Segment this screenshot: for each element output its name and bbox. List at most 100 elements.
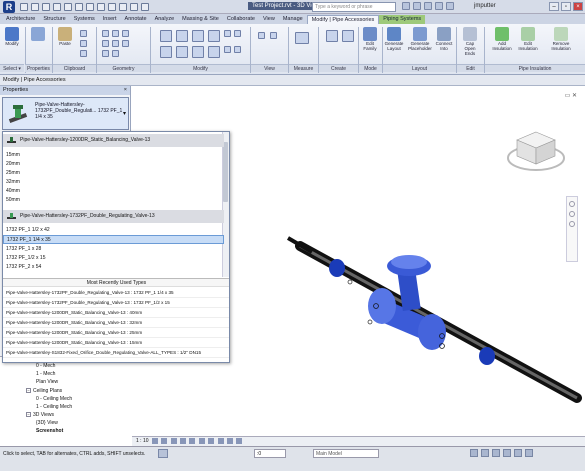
tab-annotate[interactable]: Annotate <box>121 15 151 24</box>
filter-count-icon[interactable] <box>525 449 533 457</box>
tab-structure[interactable]: Structure <box>39 15 69 24</box>
hide-icon[interactable] <box>258 32 265 39</box>
redo-icon[interactable] <box>53 2 61 11</box>
generate-placeholder-button[interactable]: Generate Placeholder <box>408 27 432 51</box>
override-icon[interactable] <box>270 32 277 39</box>
sun-path-icon[interactable] <box>170 437 177 444</box>
tab-massing-site[interactable]: Massing & Site <box>178 15 223 24</box>
show-crop-icon[interactable] <box>208 437 215 444</box>
collapse-icon[interactable]: − <box>26 388 31 394</box>
section-icon[interactable] <box>108 2 116 11</box>
type-option[interactable]: 1732 PF_2 x 54 <box>3 263 224 272</box>
paint-icon[interactable] <box>122 40 129 47</box>
tab-analyze[interactable]: Analyze <box>151 15 179 24</box>
viewcube-icon[interactable] <box>505 126 567 176</box>
copy-icon[interactable] <box>80 40 87 47</box>
tab-piping-systems[interactable]: Piping Systems <box>379 15 426 24</box>
tree-item-active[interactable]: Screenshot <box>36 428 63 435</box>
edit-family-button[interactable]: Edit Family <box>360 27 380 51</box>
type-selector[interactable]: Pipe-Valve-Hattersley-1732PF_Double_Regu… <box>2 97 129 130</box>
mirror-pick-icon[interactable] <box>192 30 204 42</box>
app-logo[interactable]: R <box>3 0 15 13</box>
offset-icon[interactable] <box>176 30 188 42</box>
user-icon[interactable] <box>446 2 454 10</box>
measure-icon[interactable] <box>75 2 83 11</box>
paste-button[interactable]: Paste <box>55 27 75 49</box>
mru-item[interactable]: Pipe-Valve-Hattersley-1732PF_Double_Regu… <box>3 288 229 298</box>
type-option[interactable]: 40mm <box>3 187 224 196</box>
type-option[interactable]: 32mm <box>3 178 224 187</box>
generate-layout-button[interactable]: Generate Layout <box>384 27 404 51</box>
save-icon[interactable] <box>31 2 39 11</box>
type-option[interactable]: 1732 PF_1 1/2 x 42 <box>3 226 224 235</box>
subscription-icon[interactable] <box>413 2 421 10</box>
communication-icon[interactable] <box>424 2 432 10</box>
mru-item[interactable]: Pipe-Valve-Hattersley-1200DR_Static_Bala… <box>3 328 229 338</box>
user-name[interactable]: jmputter <box>474 3 496 9</box>
undo-icon[interactable] <box>42 2 50 11</box>
select-links-icon[interactable] <box>470 449 478 457</box>
tree-item[interactable]: Plan View <box>36 379 58 386</box>
mru-item[interactable]: Pipe-Valve-Hattersley-1200DR_Static_Bala… <box>3 308 229 318</box>
render-icon[interactable] <box>189 437 196 444</box>
search-input[interactable]: Type a keyword or phrase <box>312 2 396 12</box>
switch-windows-icon[interactable] <box>130 2 138 11</box>
delete-icon[interactable] <box>234 46 241 53</box>
tree-node-3d-views[interactable]: −3D Views <box>26 412 54 419</box>
lock-view-icon[interactable] <box>217 437 224 444</box>
workset-selector[interactable]: :0 <box>254 449 286 458</box>
copy-element-icon[interactable] <box>176 46 188 58</box>
valve-model[interactable] <box>282 226 582 426</box>
create-group-icon[interactable] <box>342 30 354 42</box>
modify-button[interactable]: Modify <box>2 27 22 49</box>
split-face-icon[interactable] <box>112 40 119 47</box>
unjoin-icon[interactable] <box>102 50 109 57</box>
add-insulation-button[interactable]: Add Insulation <box>492 27 512 51</box>
mru-item[interactable]: Pipe-Valve-Hattersley-1200DR_Static_Bala… <box>3 318 229 328</box>
select-pinned-icon[interactable] <box>492 449 500 457</box>
tab-insert[interactable]: Insert <box>99 15 121 24</box>
steering-wheel-icon[interactable] <box>569 201 575 207</box>
align-icon[interactable] <box>160 30 172 42</box>
rotate-icon[interactable] <box>192 46 204 58</box>
select-underlay-icon[interactable] <box>481 449 489 457</box>
view-scale[interactable]: 1 : 10 <box>136 438 149 444</box>
3d-view-icon[interactable] <box>97 2 105 11</box>
favorites-icon[interactable] <box>435 2 443 10</box>
connect-into-button[interactable]: Connect Into <box>434 27 454 51</box>
match-properties-icon[interactable] <box>80 50 87 57</box>
tab-architecture[interactable]: Architecture <box>2 15 39 24</box>
type-option[interactable]: 20mm <box>3 160 224 169</box>
crop-view-icon[interactable] <box>198 437 205 444</box>
join-icon[interactable] <box>122 30 129 37</box>
close-button[interactable]: × <box>573 2 583 11</box>
tree-item[interactable]: {3D} View <box>36 420 58 427</box>
measure-tool-icon[interactable] <box>295 32 309 44</box>
view-window-controls[interactable]: ▭ ✕ <box>565 92 577 99</box>
cope-icon[interactable] <box>102 30 109 37</box>
zoom-icon[interactable] <box>569 211 575 217</box>
open-icon[interactable] <box>20 2 28 11</box>
close-icon[interactable]: × <box>124 86 127 95</box>
tree-item[interactable]: 1 - Mech <box>36 371 55 378</box>
trim-icon[interactable] <box>208 46 220 58</box>
chevron-down-icon[interactable]: ▾ <box>123 110 126 117</box>
tab-modify-pipe-accessories[interactable]: Modify | Pipe Accessories <box>306 15 380 24</box>
tree-item[interactable]: 1 - Ceiling Mech <box>36 404 72 411</box>
uncut-icon[interactable] <box>102 40 109 47</box>
split-icon[interactable] <box>224 30 231 37</box>
type-option[interactable]: 50mm <box>3 196 224 205</box>
tab-view[interactable]: View <box>259 15 279 24</box>
hide-isolate-icon[interactable] <box>227 437 234 444</box>
print-icon[interactable] <box>64 2 72 11</box>
cut-geometry-icon[interactable] <box>112 30 119 37</box>
collapse-icon[interactable]: − <box>26 412 31 418</box>
type-option-selected[interactable]: 1732 PF_1 1/4 x 35 <box>3 235 224 244</box>
restore-button[interactable]: ▫ <box>561 2 571 11</box>
split-gap-icon[interactable] <box>234 30 241 37</box>
filter-icon[interactable] <box>158 449 168 458</box>
select-by-face-icon[interactable] <box>503 449 511 457</box>
qat-dropdown-icon[interactable] <box>141 2 149 11</box>
mirror-draw-icon[interactable] <box>208 30 220 42</box>
tab-collaborate[interactable]: Collaborate <box>223 15 259 24</box>
